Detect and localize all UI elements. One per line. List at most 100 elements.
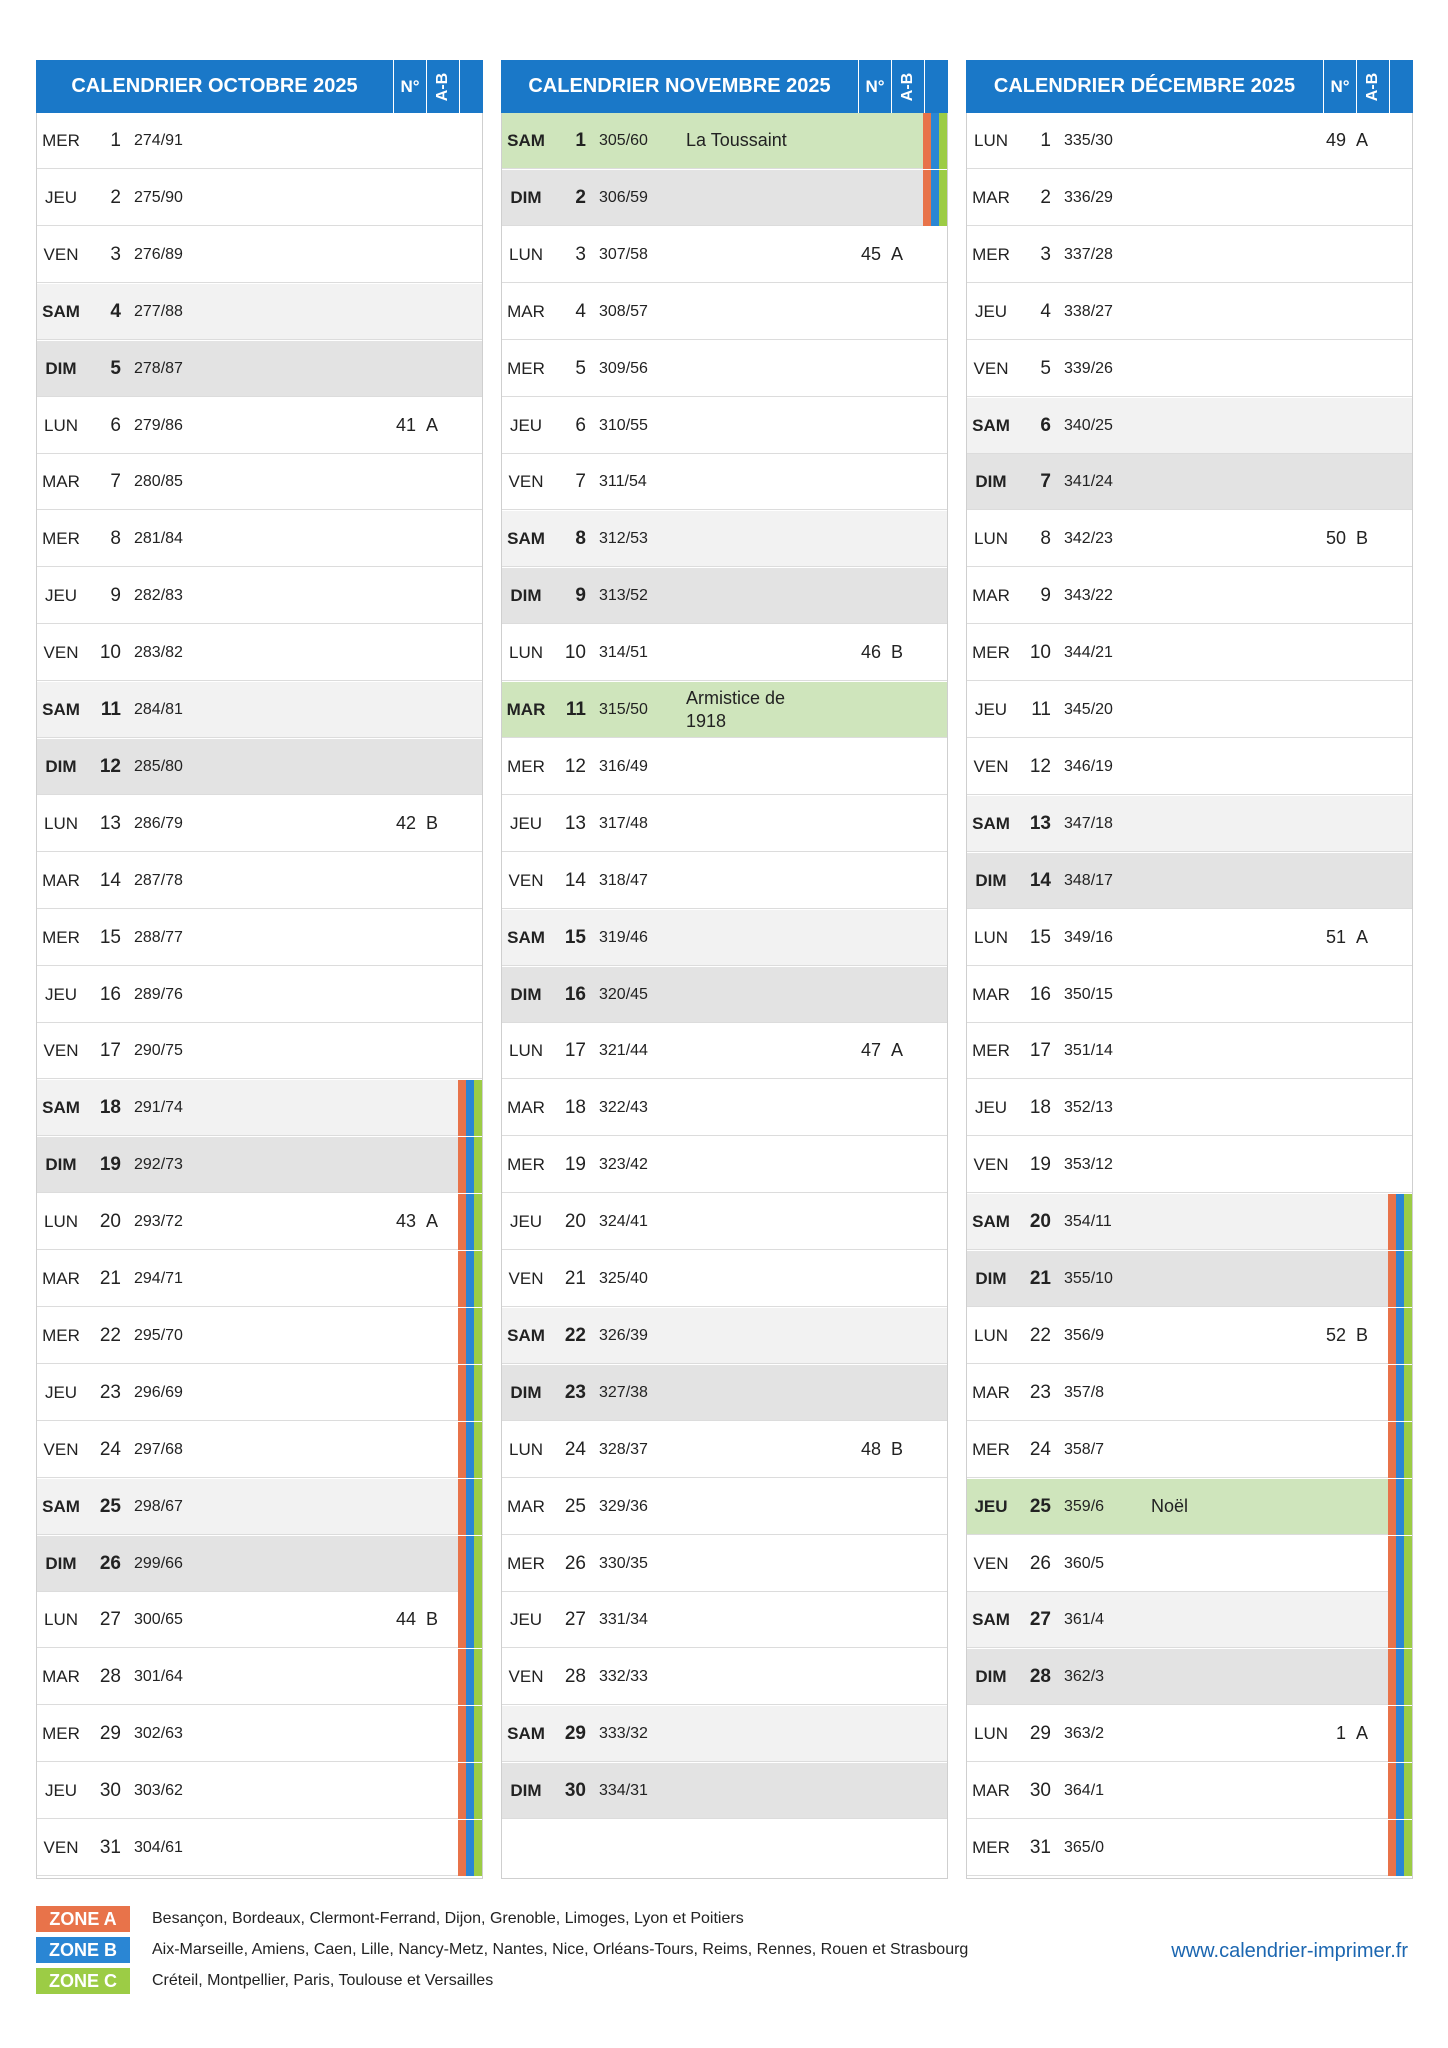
- month-days: LUN 1 335/30 49 A MAR 2 336/29 MER 3 337/28 JEU 4 338…: [966, 113, 1413, 1879]
- day-name: MER: [972, 1041, 1010, 1061]
- day-row: JEU 18 352/13: [967, 1080, 1412, 1137]
- day-number: 15: [564, 926, 586, 948]
- zone-b-bar: [1396, 1364, 1404, 1421]
- day-name: JEU: [44, 984, 78, 1004]
- day-number: 11: [1031, 699, 1051, 720]
- day-name: MAR: [972, 1781, 1010, 1801]
- day-of-year: 329/36: [599, 1497, 648, 1515]
- zone-a-bar: [458, 1194, 466, 1251]
- day-name: LUN: [43, 813, 78, 833]
- day-of-year: 331/34: [599, 1611, 648, 1629]
- day-of-year: 301/64: [134, 1668, 183, 1686]
- day-name: VEN: [43, 643, 79, 663]
- day-row: SAM 13 347/18: [967, 795, 1412, 852]
- zone-c-bar: [1404, 1535, 1412, 1592]
- day-of-year: 288/77: [134, 928, 183, 946]
- school-holiday-zones: [458, 1080, 482, 1137]
- day-row: VEN 10 283/82: [37, 625, 482, 682]
- day-row: SAM 1 305/60 La Toussaint: [502, 113, 947, 169]
- ab-week: B: [891, 1438, 904, 1459]
- day-row: LUN 10 314/51 46 B: [502, 625, 947, 682]
- month-title: CALENDRIER DÉCEMBRE 2025: [993, 75, 1296, 97]
- day-row: MAR 18 322/43: [502, 1080, 947, 1137]
- ab-week: B: [1356, 528, 1369, 549]
- day-number: 30: [99, 1780, 121, 1802]
- day-of-year: 349/16: [1064, 928, 1113, 946]
- day-row: JEU 25 359/6 Noël: [967, 1478, 1412, 1535]
- week-number: 47: [860, 1040, 881, 1061]
- day-number: 17: [99, 1040, 121, 1062]
- day-name: MER: [42, 131, 80, 150]
- day-number: 22: [564, 1324, 586, 1346]
- day-of-year: 306/59: [599, 188, 648, 206]
- day-row: VEN 17 290/75: [37, 1023, 482, 1080]
- day-of-year: 284/81: [134, 701, 183, 718]
- day-row: LUN 13 286/79 42 B: [37, 796, 482, 852]
- zone-a-bar: [1388, 1478, 1396, 1535]
- zone-b-bar: [466, 1307, 474, 1364]
- day-number: 6: [1040, 414, 1051, 436]
- day-of-year: 346/19: [1064, 757, 1113, 775]
- day-name: LUN: [43, 1610, 78, 1630]
- day-of-year: 341/24: [1064, 473, 1113, 491]
- day-row: DIM 12 285/80: [37, 738, 482, 795]
- day-row: LUN 22 356/9 52 B: [967, 1307, 1412, 1364]
- day-row: MER 29 302/63: [37, 1706, 482, 1763]
- day-row: DIM 30 334/31: [502, 1763, 947, 1820]
- day-name: SAM: [42, 301, 80, 321]
- day-row: MER 31 365/0: [967, 1820, 1412, 1876]
- day-number: 29: [99, 1723, 121, 1745]
- day-row: JEU 11 345/20: [967, 682, 1412, 738]
- zone-a-bar: [1388, 1535, 1396, 1592]
- zone-c-bar: [474, 1307, 482, 1364]
- school-holiday-zones: [458, 1137, 482, 1194]
- zone-a-bar: [458, 1592, 466, 1649]
- holiday-label: Armistice de 1918: [686, 687, 786, 731]
- day-row: MER 15 288/77: [37, 910, 482, 966]
- day-number: 20: [564, 1211, 586, 1233]
- day-name: VEN: [508, 472, 544, 492]
- day-name: JEU: [974, 301, 1008, 321]
- week-number: 49: [1325, 130, 1346, 150]
- ab-week: B: [426, 812, 439, 833]
- zone-b-bar: [1396, 1421, 1404, 1478]
- day-row: MER 12 316/49: [502, 739, 947, 795]
- day-row: LUN 24 328/37 48 B: [502, 1422, 947, 1478]
- day-number: 16: [564, 983, 586, 1005]
- day-number: 24: [99, 1438, 121, 1460]
- day-of-year: 361/4: [1064, 1611, 1105, 1629]
- day-name: SAM: [507, 529, 545, 549]
- zone-c-bar: [1404, 1649, 1412, 1706]
- day-number: 22: [99, 1324, 121, 1346]
- zone-a-bar: [458, 1820, 466, 1876]
- day-of-year: 292/73: [134, 1156, 183, 1174]
- day-name: SAM: [42, 1098, 80, 1118]
- day-row: VEN 24 297/68: [37, 1421, 482, 1478]
- week-number: 46: [860, 642, 881, 663]
- day-number: 19: [564, 1154, 586, 1176]
- day-name: JEU: [509, 1212, 543, 1232]
- day-name: JEU: [974, 1098, 1008, 1118]
- day-row: DIM 28 362/3: [967, 1649, 1412, 1706]
- zone-c-bar: [474, 1421, 482, 1478]
- day-number: 3: [110, 243, 121, 265]
- day-number: 2: [1040, 186, 1051, 208]
- day-name: SAM: [507, 131, 545, 150]
- day-of-year: 335/30: [1064, 132, 1113, 149]
- day-row: MER 8 281/84: [37, 511, 482, 568]
- day-name: MAR: [972, 586, 1010, 606]
- website-link[interactable]: www.calendrier-imprimer.fr: [1171, 1938, 1408, 1964]
- zone-c-bar: [1404, 1364, 1412, 1421]
- zone-a-bar: [458, 1649, 466, 1706]
- day-name: DIM: [975, 1269, 1007, 1288]
- day-number: 26: [564, 1552, 586, 1574]
- day-number: 30: [1029, 1780, 1051, 1802]
- zone-a-bar: [458, 1307, 466, 1364]
- day-number: 3: [1040, 243, 1051, 265]
- day-name: MER: [42, 1325, 80, 1345]
- day-of-year: 359/6: [1064, 1497, 1105, 1515]
- day-of-year: 307/58: [599, 245, 648, 263]
- day-name: JEU: [974, 700, 1008, 719]
- day-row: VEN 7 311/54: [502, 454, 947, 511]
- day-number: 10: [99, 642, 121, 664]
